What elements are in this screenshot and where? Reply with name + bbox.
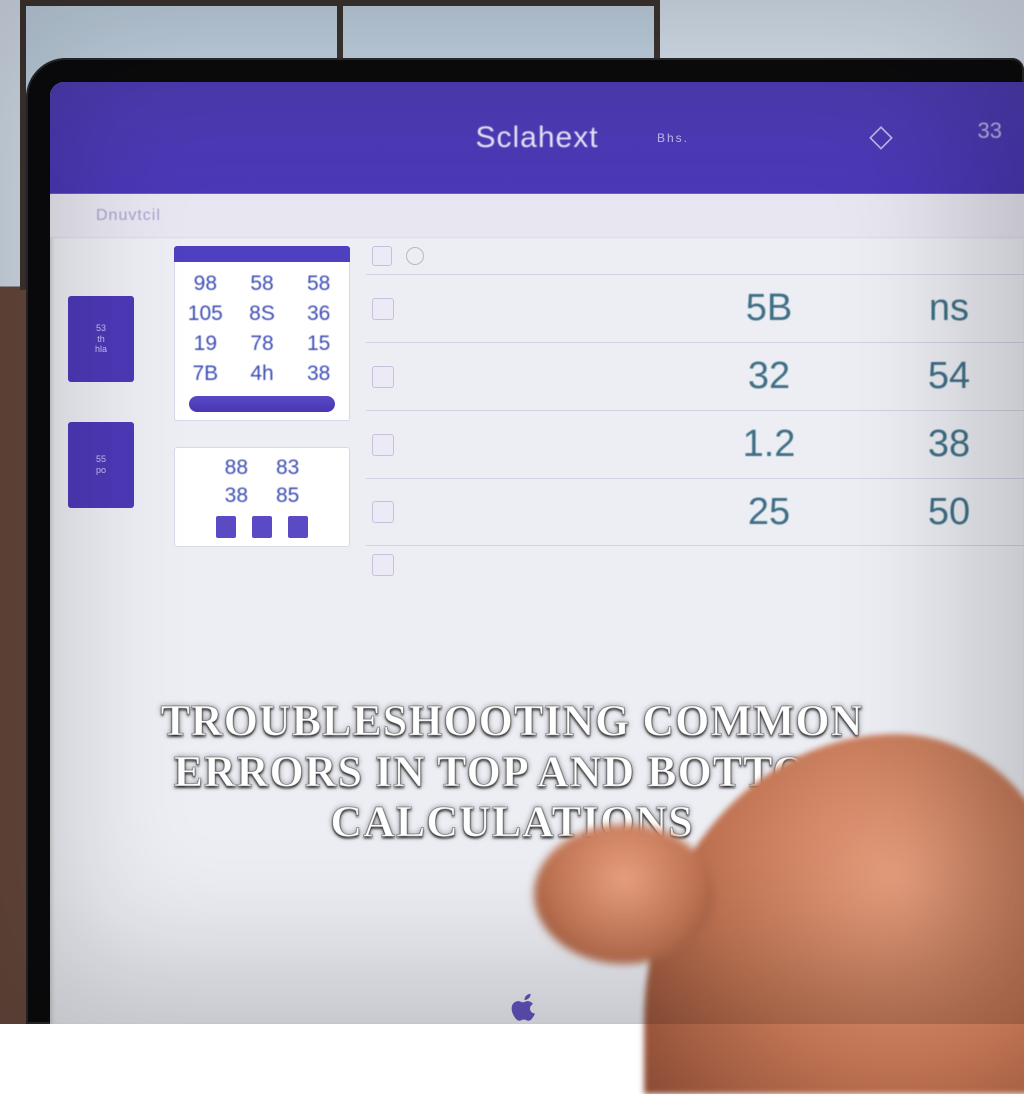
panel-a-progress <box>189 396 335 412</box>
app-header: Sclahext Bhs. 33 <box>50 82 1024 194</box>
numpad-cell[interactable]: 36 <box>296 302 341 326</box>
numpad-cell[interactable]: 58 <box>240 272 285 296</box>
cell-a: 5B <box>664 287 874 330</box>
radio-icon[interactable] <box>406 247 424 265</box>
sidebar-card-1-line1: 53 <box>96 323 106 334</box>
table-row[interactable]: 32 54 <box>366 342 1024 410</box>
app-subtitle: Bhs. <box>657 131 689 145</box>
mini-block-icon <box>288 516 308 538</box>
sidebar-card-1-line2: th <box>97 334 105 345</box>
app-title: Sclahext <box>475 121 598 155</box>
numpad-cell[interactable]: 78 <box>240 332 285 356</box>
breadcrumb-label: Dnuvtcil <box>96 207 161 225</box>
panel-column: 98 58 58 105 8S 36 19 78 15 7B 4h 38 <box>162 238 362 1024</box>
sub-header: Dnuvtcil <box>50 194 1024 238</box>
cell-b: 50 <box>874 491 1024 534</box>
row-checkbox[interactable] <box>372 298 394 320</box>
numpad-cell[interactable]: 4h <box>240 362 285 386</box>
mini-block-icon <box>216 516 236 538</box>
sidebar: 53 th hla 55 po <box>50 238 162 1024</box>
mini-cell: 83 <box>276 456 299 480</box>
header-corner-glyph: 33 <box>978 118 1002 144</box>
numpad-cell[interactable]: 58 <box>296 272 341 296</box>
numpad-cell[interactable]: 7B <box>183 362 228 386</box>
mini-cell: 88 <box>225 456 248 480</box>
numpad: 98 58 58 105 8S 36 19 78 15 7B 4h 38 <box>183 272 341 386</box>
checkbox-icon[interactable] <box>372 246 392 266</box>
settings-icon[interactable] <box>868 125 894 151</box>
mini-cell: 38 <box>225 484 248 508</box>
table-row[interactable]: 1.2 38 <box>366 410 1024 478</box>
cell-b: ns <box>874 287 1024 330</box>
panel-a: 98 58 58 105 8S 36 19 78 15 7B 4h 38 <box>174 262 350 421</box>
numpad-cell[interactable]: 15 <box>296 332 341 356</box>
cell-b: 38 <box>874 423 1024 466</box>
numpad-cell[interactable]: 19 <box>183 332 228 356</box>
sidebar-card-2-line2: po <box>96 465 106 476</box>
mini-cell: 85 <box>276 484 299 508</box>
cell-a: 32 <box>664 355 874 398</box>
numpad-cell[interactable]: 105 <box>183 302 228 326</box>
cell-a: 25 <box>664 491 874 534</box>
apple-logo-icon <box>510 992 540 1022</box>
row-checkbox[interactable] <box>372 434 394 456</box>
mini-blocks <box>185 516 339 538</box>
cell-a: 1.2 <box>664 423 874 466</box>
sidebar-card-2-line1: 55 <box>96 454 106 465</box>
panel-b: 88 83 38 85 <box>174 447 350 547</box>
table-row[interactable]: 5B ns <box>366 274 1024 342</box>
sidebar-card-1-line3: hla <box>95 344 107 355</box>
row-checkbox[interactable] <box>372 366 394 388</box>
row-checkbox[interactable] <box>372 501 394 523</box>
numpad-cell[interactable]: 8S <box>240 302 285 326</box>
mini-table: 88 83 38 85 <box>185 456 339 508</box>
row-checkbox[interactable] <box>372 554 394 576</box>
list-header-chips <box>372 246 1024 266</box>
sidebar-card-1[interactable]: 53 th hla <box>68 296 134 382</box>
numpad-cell[interactable]: 38 <box>296 362 341 386</box>
numpad-cell[interactable]: 98 <box>183 272 228 296</box>
mini-block-icon <box>252 516 272 538</box>
sidebar-card-2[interactable]: 55 po <box>68 422 134 508</box>
cell-b: 54 <box>874 355 1024 398</box>
panel-a-tab[interactable] <box>174 246 350 262</box>
table-row[interactable]: 25 50 <box>366 478 1024 546</box>
